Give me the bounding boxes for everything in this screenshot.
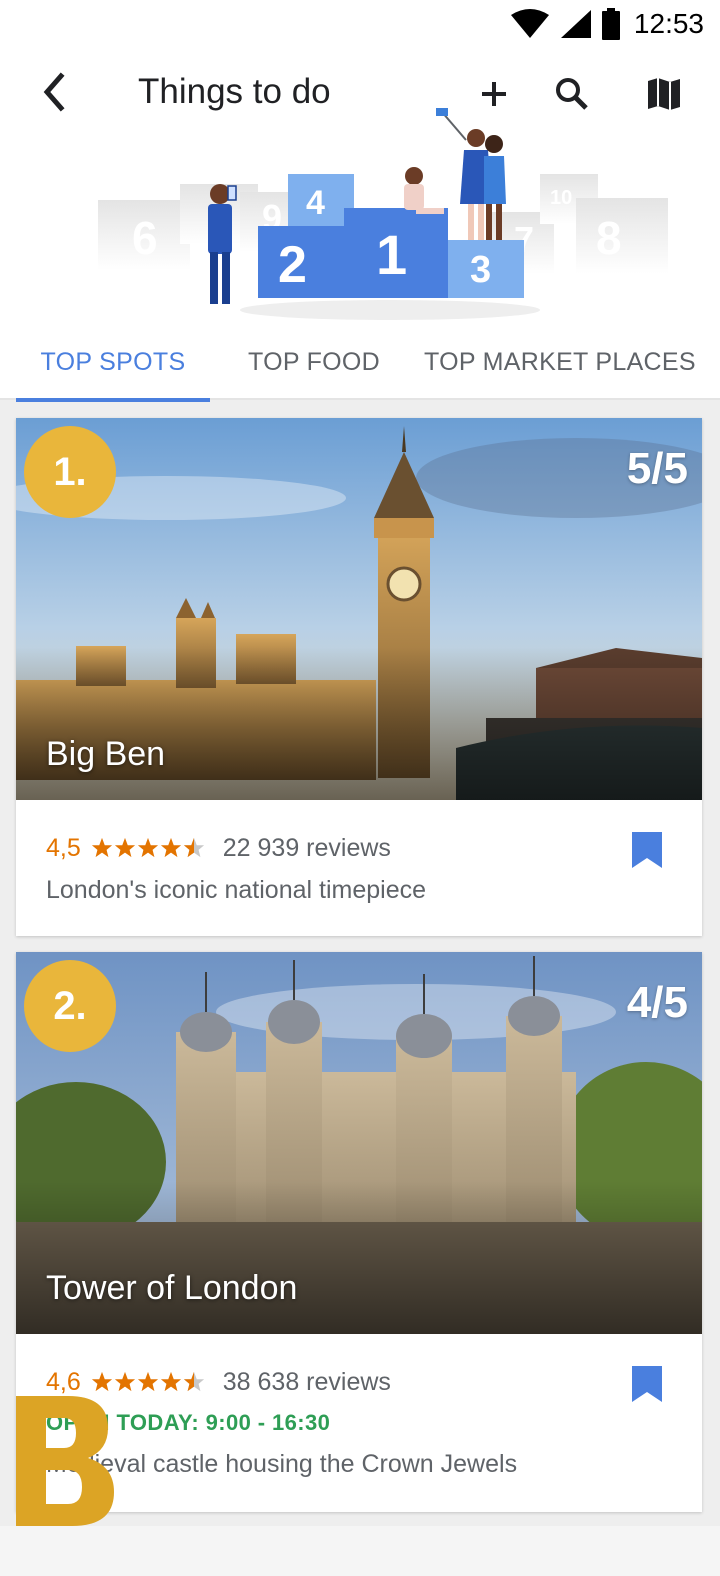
wifi-icon [510,9,549,38]
podium-number: 2 [278,236,307,294]
podium-illustration: 6 9 7 10 8 4 2 1 3 [98,108,668,320]
podium-number: 8 [596,212,622,264]
score: 4/5 [626,978,688,1027]
place-name: Tower of London [46,1269,298,1307]
review-count: 38 638 reviews [222,1367,391,1396]
back-arrow-icon [43,72,65,112]
star-half-icon [183,1371,204,1392]
rank-badge: 1. [24,426,116,518]
place-card-tower-of-london[interactable]: 2. 4/5 Tower of London 4,6 38 638 review… [16,952,702,1512]
tab-bar: TOP SPOTS TOP FOOD TOP MARKET PLACES [0,324,720,402]
place-card-big-ben[interactable]: 1. 5/5 Big Ben 4,5 22 939 reviews London… [16,418,702,936]
podium-number: 6 [132,212,158,264]
rating-stars [91,1371,205,1393]
star-icon [91,837,112,858]
podium-number: 10 [550,187,572,209]
tab-top-food[interactable]: TOP FOOD [224,324,404,400]
place-photo-tower-of-london: 2. 4/5 Tower of London [16,952,702,1334]
star-icon [91,1371,112,1392]
rating-row: 4,5 22 939 reviews [46,832,391,864]
star-half-icon [183,837,204,858]
rating-value: 4,5 [46,833,81,862]
podium-number: 4 [306,184,325,222]
star-icon [160,837,181,858]
place-description: Medieval castle housing the Crown Jewels [46,1450,518,1478]
star-icon [114,1371,135,1392]
b-logo-overlay [16,1396,114,1526]
status-time: 12:53 [633,8,704,39]
place-photo-big-ben: 1. 5/5 Big Ben [16,418,702,800]
star-icon [160,1371,181,1392]
bookmark-icon[interactable] [630,1364,664,1404]
tab-top-market-places[interactable]: TOP MARKET PLACES [416,324,716,400]
status-bar: 12:53 [0,0,720,48]
star-icon [137,1371,158,1392]
rank-badge: 2. [24,960,116,1052]
score: 5/5 [626,444,688,493]
place-description: London's iconic national timepiece [46,876,427,904]
place-name: Big Ben [46,735,166,773]
review-count: 22 939 reviews [222,833,391,862]
status-icons: 12:53 [510,6,704,42]
podium-number: 1 [376,223,407,286]
rating-stars [91,837,205,859]
star-icon [137,837,158,858]
tab-top-spots[interactable]: TOP SPOTS [16,324,210,400]
header: Things to do 6 9 7 10 8 4 2 1 3 TOP SPOT… [0,48,720,402]
bottom-strip [0,1526,720,1576]
podium-number: 3 [470,249,491,291]
back-button[interactable] [30,68,78,116]
tab-indicator [16,398,210,402]
battery-icon [601,8,620,40]
signal-icon [560,10,591,38]
star-icon [114,837,135,858]
bookmark-icon[interactable] [630,830,664,870]
